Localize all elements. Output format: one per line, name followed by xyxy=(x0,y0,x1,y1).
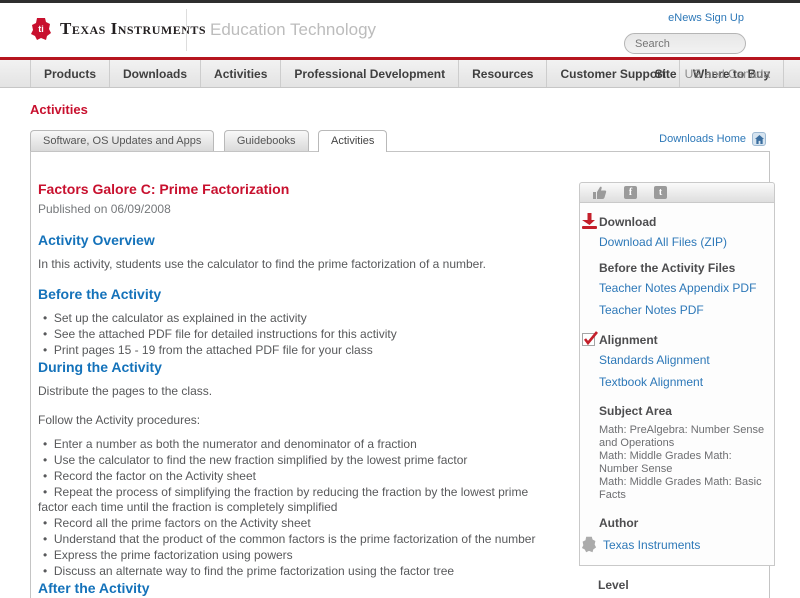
before-files-heading: Before the Activity Files xyxy=(599,261,736,275)
list-item: Set up the calculator as explained in th… xyxy=(38,311,556,326)
header-divider xyxy=(186,9,187,51)
subject-line: Math: Middle Grades Math: Basic Facts xyxy=(599,476,762,501)
list-item: Print pages 15 - 19 from the attached PD… xyxy=(38,343,556,358)
list-item: Record all the prime factors on the Acti… xyxy=(38,516,556,531)
site-label: Site xyxy=(654,66,677,81)
standards-alignment-link[interactable]: Standards Alignment xyxy=(599,353,766,367)
svg-text:ti: ti xyxy=(38,24,44,34)
list-item: Use the calculator to find the new fract… xyxy=(38,453,556,468)
activity-info-box: Download Download All Files (ZIP) Before… xyxy=(579,202,775,566)
list-item: Express the prime factorization using po… xyxy=(38,548,556,563)
section-heading-before: Before the Activity xyxy=(38,286,162,302)
teacher-notes-appendix-link[interactable]: Teacher Notes Appendix PDF xyxy=(599,281,766,295)
ti-author-icon xyxy=(581,536,597,553)
site-region-selector[interactable]: US and Canada xyxy=(685,67,770,81)
ti-logo[interactable]: ti Texas Instruments xyxy=(30,17,206,41)
search-box: » xyxy=(624,33,746,54)
list-item: Discuss an alternate way to find the pri… xyxy=(38,564,556,579)
activity-article: Factors Galore C: Prime Factorization Pu… xyxy=(31,152,556,598)
article-title: Factors Galore C: Prime Factorization xyxy=(38,181,290,197)
alignment-checkbox-icon xyxy=(582,331,599,352)
alignment-heading: Alignment xyxy=(599,333,658,347)
page-title: Activities xyxy=(30,102,88,117)
facebook-icon[interactable]: f xyxy=(624,186,637,199)
download-all-files-link[interactable]: Download All Files (ZIP) xyxy=(599,235,766,249)
tab-guidebooks[interactable]: Guidebooks xyxy=(223,130,309,151)
downloads-home-link[interactable]: Downloads Home xyxy=(659,133,746,145)
tab-activities[interactable]: Activities xyxy=(318,130,388,152)
activity-meta: Level 6-8 Activity Time 60 Minutes Devic… xyxy=(579,566,775,598)
subject-line: Math: PreAlgebra: Number Sense and Opera… xyxy=(599,424,765,449)
home-icon[interactable] xyxy=(752,132,766,146)
during-text: Distribute the pages to the class. xyxy=(38,384,213,398)
published-date: Published on 06/09/2008 xyxy=(38,202,171,216)
twitter-icon[interactable]: t xyxy=(654,186,667,199)
section-heading-overview: Activity Overview xyxy=(38,232,155,248)
like-icon[interactable] xyxy=(592,186,607,200)
division-title: Education Technology xyxy=(210,20,377,39)
nav-item-activities[interactable]: Activities xyxy=(201,60,282,87)
subject-line: Math: Middle Grades Math: Number Sense xyxy=(599,450,732,475)
brand-name: Texas Instruments xyxy=(60,19,207,38)
list-item: Understand that the product of the commo… xyxy=(38,532,556,547)
textbook-alignment-link[interactable]: Textbook Alignment xyxy=(599,375,766,389)
list-item: Record the factor on the Activity sheet xyxy=(38,469,556,484)
level-heading: Level xyxy=(598,578,629,592)
list-item: Repeat the process of simplifying the fr… xyxy=(38,485,556,515)
content-panel: Factors Galore C: Prime Factorization Pu… xyxy=(30,151,775,598)
ti-logo-icon: ti xyxy=(31,18,51,40)
section-heading-after: After the Activity xyxy=(38,580,150,596)
list-item: See the attached PDF file for detailed i… xyxy=(38,327,556,342)
author-link[interactable]: Texas Instruments xyxy=(603,538,700,552)
download-heading: Download xyxy=(599,215,657,229)
tabs-row: Software, OS Updates and Apps Guidebooks… xyxy=(30,129,800,152)
enews-signup-link[interactable]: eNews Sign Up xyxy=(668,12,744,24)
sidebar: f t Download Download All Files (ZIP) Be… xyxy=(579,182,775,598)
social-share-bar: f t xyxy=(579,182,775,202)
nav-item-downloads[interactable]: Downloads xyxy=(110,60,202,87)
section-heading-during: During the Activity xyxy=(38,359,162,375)
tab-software-os-updates[interactable]: Software, OS Updates and Apps xyxy=(30,130,215,151)
search-input[interactable] xyxy=(625,34,745,53)
site-header: ti Texas Instruments Education Technolog… xyxy=(0,3,800,57)
nav-item-resources[interactable]: Resources xyxy=(459,60,548,87)
overview-text: In this activity, students use the calcu… xyxy=(38,257,487,271)
nav-item-professional-development[interactable]: Professional Development xyxy=(281,60,460,87)
author-heading: Author xyxy=(599,516,639,530)
teacher-notes-link[interactable]: Teacher Notes PDF xyxy=(599,303,766,317)
nav-item-products[interactable]: Products xyxy=(30,60,111,87)
download-icon xyxy=(582,213,597,234)
procedures-bullet-list: Enter a number as both the numerator and… xyxy=(38,437,556,579)
list-item: Enter a number as both the numerator and… xyxy=(38,437,556,452)
before-bullet-list: Set up the calculator as explained in th… xyxy=(38,311,556,358)
procedures-intro: Follow the Activity procedures: xyxy=(38,413,201,427)
main-nav: Products Downloads Activities Profession… xyxy=(0,60,800,88)
subject-area-heading: Subject Area xyxy=(599,404,672,418)
